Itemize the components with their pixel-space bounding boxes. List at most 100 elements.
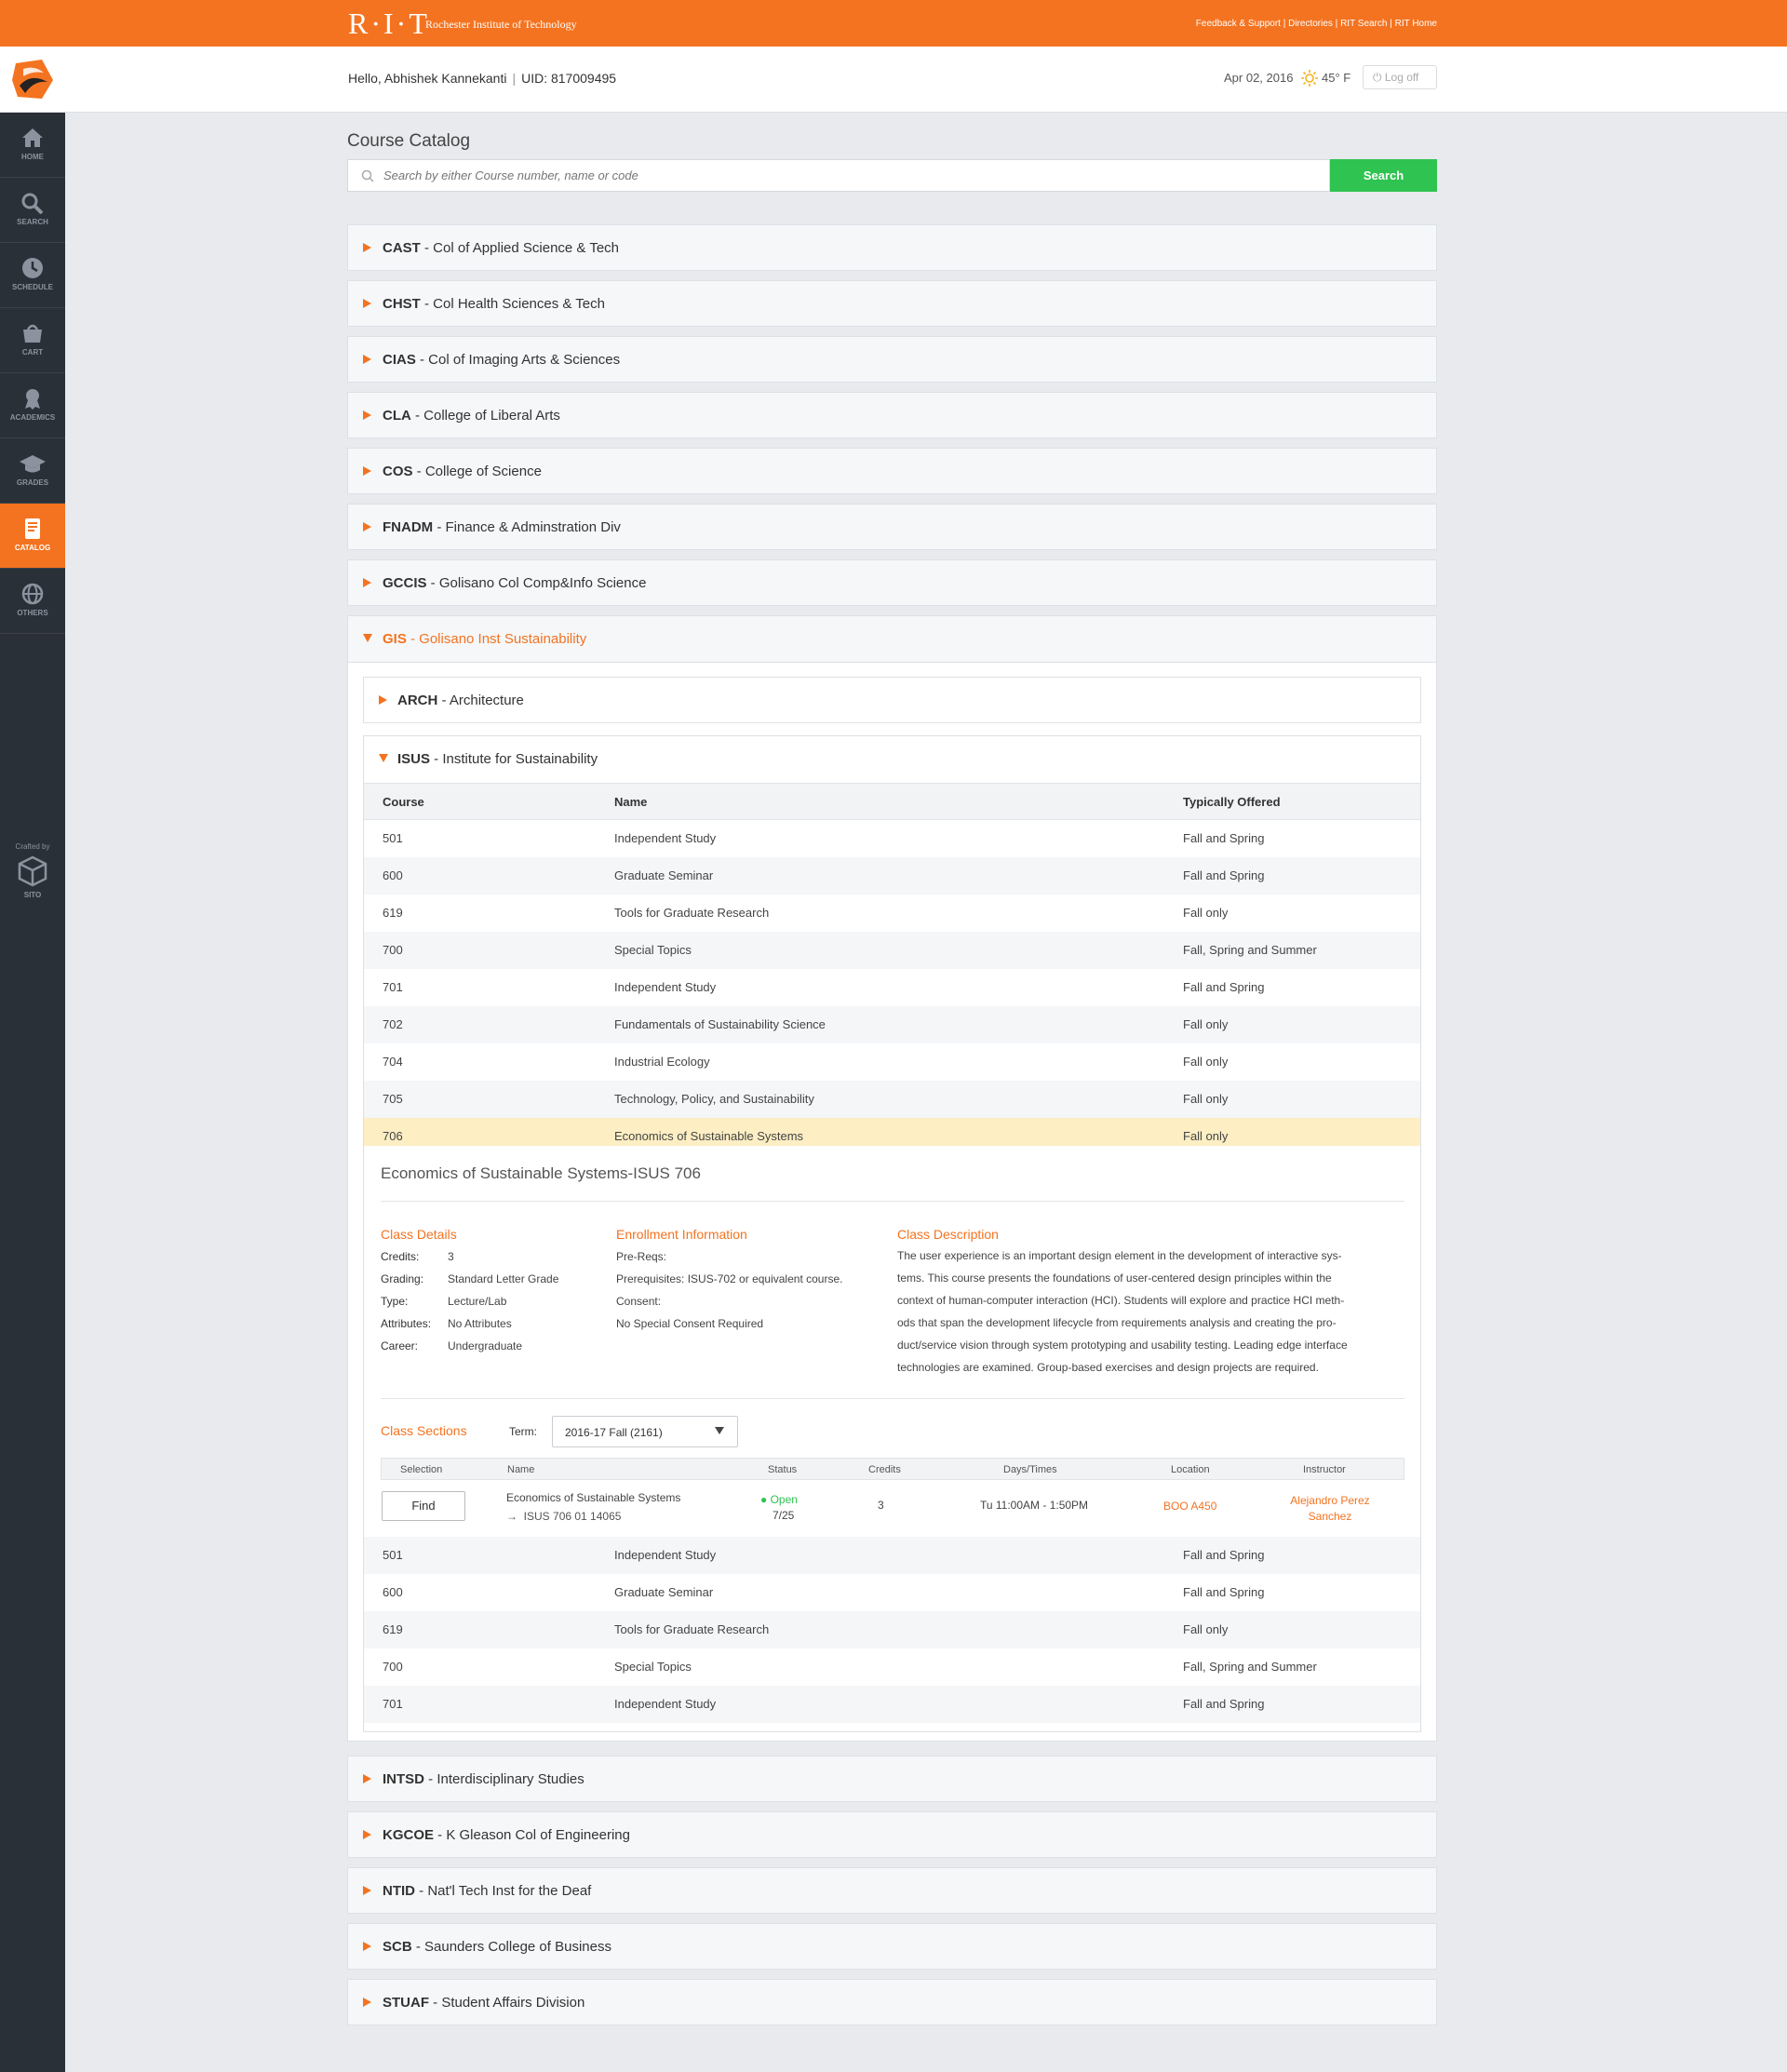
college-label: KGCOE - K Gleason Col of Engineering — [383, 1827, 630, 1843]
table-row[interactable]: 701 Independent Study Fall and Spring — [364, 969, 1420, 1006]
logoff-label: Log off — [1384, 71, 1419, 84]
logoff-icon: ⏻ — [1373, 71, 1382, 84]
table-row[interactable]: 600 Graduate Seminar Fall and Spring — [364, 857, 1420, 895]
search-input[interactable] — [383, 160, 1314, 191]
table-row[interactable]: 501 Independent Study Fall and Spring — [364, 1537, 1420, 1574]
nav-schedule[interactable]: Schedule — [0, 243, 65, 308]
college-label: FNADM - Finance & Adminstration Div — [383, 519, 621, 535]
caret-right-icon — [363, 578, 371, 587]
dept-arch[interactable]: ARCH - Architecture — [363, 677, 1421, 723]
college-intsd[interactable]: INTSD - Interdisciplinary Studies — [347, 1756, 1437, 1802]
caret-right-icon — [363, 1774, 371, 1783]
caret-down-icon — [363, 634, 372, 642]
college-label: STUAF - Student Affairs Division — [383, 1995, 585, 2011]
search-button[interactable]: Search — [1330, 159, 1437, 192]
table-row[interactable]: 619 Tools for Graduate Research Fall only — [364, 895, 1420, 932]
rit-logo[interactable]: R·I·T — [348, 8, 430, 38]
consent-text: No Special Consent Required — [616, 1317, 764, 1330]
caret-right-icon — [363, 522, 371, 531]
college-fnadm[interactable]: FNADM - Finance & Adminstration Div — [347, 504, 1437, 550]
table-row[interactable]: 700 Special Topics Fall, Spring and Summer — [364, 1648, 1420, 1686]
cell-name: Graduate Seminar — [614, 868, 714, 882]
college-cos[interactable]: COS - College of Science — [347, 448, 1437, 494]
college-label: SCB - Saunders College of Business — [383, 1939, 611, 1955]
enrollment-info: Pre-Reqs: Prerequisites: ISUS-702 or equ… — [616, 1245, 842, 1335]
college-label: GCCIS - Golisano Col Comp&Info Science — [383, 575, 647, 591]
college-cast[interactable]: CAST - Col of Applied Science & Tech — [347, 224, 1437, 271]
college-ntid[interactable]: NTID - Nat'l Tech Inst for the Deaf — [347, 1867, 1437, 1914]
class-sections-heading: Class Sections — [381, 1423, 467, 1438]
college-chst[interactable]: CHST - Col Health Sciences & Tech — [347, 280, 1437, 327]
cell-name: Special Topics — [614, 1660, 692, 1674]
greeting-text: Hello, Abhishek Kannekanti — [348, 71, 507, 86]
nav-search-label: Search — [17, 218, 48, 226]
term-select[interactable]: 2016-17 Fall (2161) — [552, 1416, 738, 1447]
table-row[interactable]: 704 Industrial Ecology Fall only — [364, 1043, 1420, 1081]
seats-count: 7/25 — [773, 1509, 795, 1522]
enrollment-heading: Enrollment Information — [616, 1227, 747, 1242]
cell-offered: Fall and Spring — [1183, 980, 1265, 994]
college-stuaf[interactable]: STUAF - Student Affairs Division — [347, 1979, 1437, 2025]
graduation-cap-icon — [20, 455, 46, 473]
search-box — [347, 159, 1330, 192]
nav-academics[interactable]: Academics — [0, 373, 65, 438]
description-line: tems. This course presents the foundatio… — [897, 1271, 1332, 1285]
award-icon — [25, 389, 40, 410]
table-row[interactable]: 600 Graduate Seminar Fall and Spring — [364, 1574, 1420, 1611]
instructor-link[interactable]: Alejandro Perez Sanchez — [1274, 1493, 1386, 1525]
nav-search[interactable]: Search — [0, 178, 65, 243]
college-label: COS - College of Science — [383, 464, 542, 479]
table-row[interactable]: 702 Fundamentals of Sustainability Scienc… — [364, 1006, 1420, 1043]
cell-course: 706 — [383, 1129, 403, 1143]
caret-right-icon — [363, 243, 371, 252]
table-row[interactable]: 501 Independent Study Fall and Spring — [364, 820, 1420, 857]
college-gccis[interactable]: GCCIS - Golisano Col Comp&Info Science — [347, 559, 1437, 606]
book-icon — [25, 518, 40, 539]
nav-home[interactable]: Home — [0, 113, 65, 178]
col-section-name: Name — [507, 1464, 535, 1475]
brand-logo[interactable] — [0, 47, 65, 113]
college-label: GIS - Golisano Inst Sustainability — [383, 631, 587, 647]
link-rit-search[interactable]: RIT Search — [1340, 19, 1387, 29]
college-gis[interactable]: GIS - Golisano Inst Sustainability — [348, 616, 1436, 663]
college-kgcoe[interactable]: KGCOE - K Gleason Col of Engineering — [347, 1811, 1437, 1858]
cell-name: Independent Study — [614, 831, 717, 845]
college-cla[interactable]: CLA - College of Liberal Arts — [347, 392, 1437, 438]
find-button[interactable]: Find — [382, 1491, 465, 1521]
sidebar: Home Search Schedule Cart Academics Grad… — [0, 47, 65, 2072]
cell-offered: Fall, Spring and Summer — [1183, 943, 1317, 957]
status-badge: ● Open — [760, 1493, 798, 1506]
cell-name: Tools for Graduate Research — [614, 906, 770, 920]
col-offered: Typically Offered — [1183, 795, 1281, 809]
nav-others[interactable]: Others — [0, 569, 65, 634]
nav-catalog[interactable]: Catalog — [0, 504, 65, 569]
nav-grades[interactable]: Grades — [0, 438, 65, 504]
link-feedback[interactable]: Feedback & Support — [1196, 19, 1281, 29]
current-date: Apr 02, 2016 — [1224, 71, 1294, 85]
table-row[interactable]: 701 Independent Study Fall and Spring — [364, 1686, 1420, 1723]
consent-label: Consent: — [616, 1295, 662, 1308]
brand-logo-icon — [12, 60, 53, 99]
temperature: 45° F — [1322, 71, 1351, 85]
caret-right-icon — [363, 1886, 371, 1895]
term-label: Term: — [509, 1425, 537, 1438]
link-directories[interactable]: Directories — [1288, 19, 1333, 29]
top-bar: R·I·T Rochester Institute of Technology … — [0, 0, 1787, 47]
col-status: Status — [768, 1464, 798, 1475]
cell-offered: Fall and Spring — [1183, 1548, 1265, 1562]
section-location-link[interactable]: BOO A450 — [1163, 1500, 1216, 1513]
table-row[interactable]: 705 Technology, Policy, and Sustainabilit… — [364, 1081, 1420, 1118]
cell-name: Independent Study — [614, 1548, 717, 1562]
dept-isus[interactable]: ISUS - Institute for Sustainability — [364, 736, 1420, 783]
cell-offered: Fall only — [1183, 1017, 1229, 1031]
logoff-button[interactable]: ⏻ Log off — [1363, 65, 1437, 89]
crafted-by: Crafted by SITO — [0, 842, 65, 899]
table-row[interactable]: 700 Special Topics Fall, Spring and Summer — [364, 932, 1420, 969]
cell-offered: Fall, Spring and Summer — [1183, 1660, 1317, 1674]
table-row[interactable]: 619 Tools for Graduate Research Fall only — [364, 1611, 1420, 1648]
caret-right-icon — [363, 410, 371, 420]
nav-cart[interactable]: Cart — [0, 308, 65, 373]
link-rit-home[interactable]: RIT Home — [1395, 19, 1437, 29]
college-scb[interactable]: SCB - Saunders College of Business — [347, 1923, 1437, 1970]
college-cias[interactable]: CIAS - Col of Imaging Arts & Sciences — [347, 336, 1437, 383]
